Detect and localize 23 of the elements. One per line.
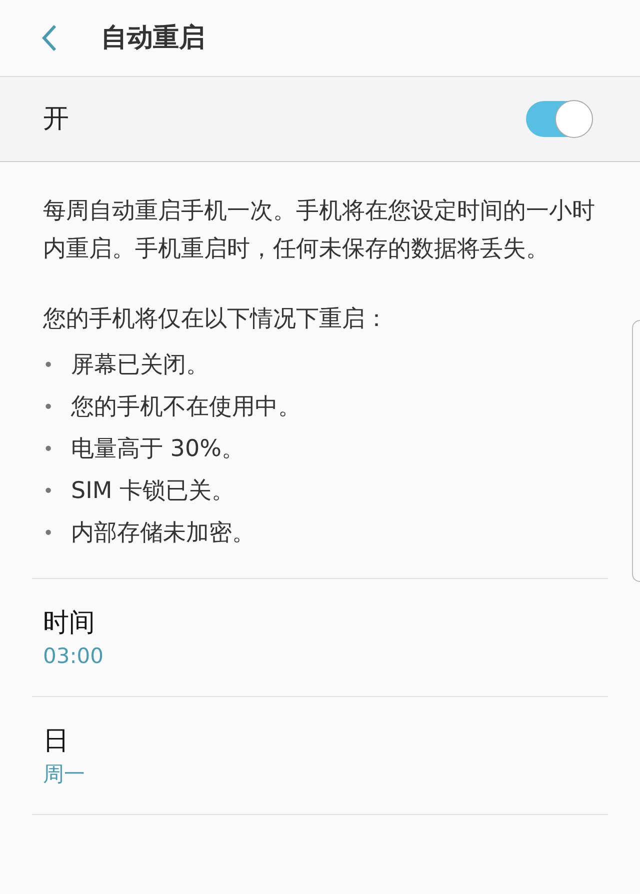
setting-label: 时间 (43, 606, 96, 640)
description-text: 每周自动重启手机一次。手机将在您设定时间的一小时内重启。手机重启时，任何未保存的数据将丢失。 (43, 197, 596, 264)
condition-text: 电量高于 30%。 (71, 434, 244, 464)
toggle-switch[interactable] (526, 101, 592, 137)
condition-text: 您的手机不在使用中。 (71, 392, 301, 422)
setting-value: 03:00 (43, 642, 105, 670)
bullet: • (43, 438, 55, 462)
setting-item[interactable]: 时间 03:00 (32, 579, 608, 697)
bullet: • (43, 480, 55, 504)
switch-label: 开 (43, 102, 69, 136)
setting-item[interactable]: 日 周一 (32, 697, 608, 815)
condition-text: 内部存储未加密。 (71, 518, 255, 548)
bullet: • (43, 396, 55, 420)
page-title: 自动重启 (101, 22, 205, 54)
bullet: • (43, 522, 55, 546)
setting-label: 日 (43, 724, 70, 758)
setting-value: 周一 (43, 760, 86, 788)
bullet: • (43, 354, 55, 378)
condition-text: SIM 卡锁已关。 (71, 476, 235, 506)
master-switch-row[interactable]: 开 (0, 77, 640, 162)
conditions-intro: 您的手机将仅在以下情况下重启： (43, 305, 389, 334)
condition-text: 屏幕已关闭。 (71, 350, 209, 380)
back-icon (41, 24, 57, 52)
